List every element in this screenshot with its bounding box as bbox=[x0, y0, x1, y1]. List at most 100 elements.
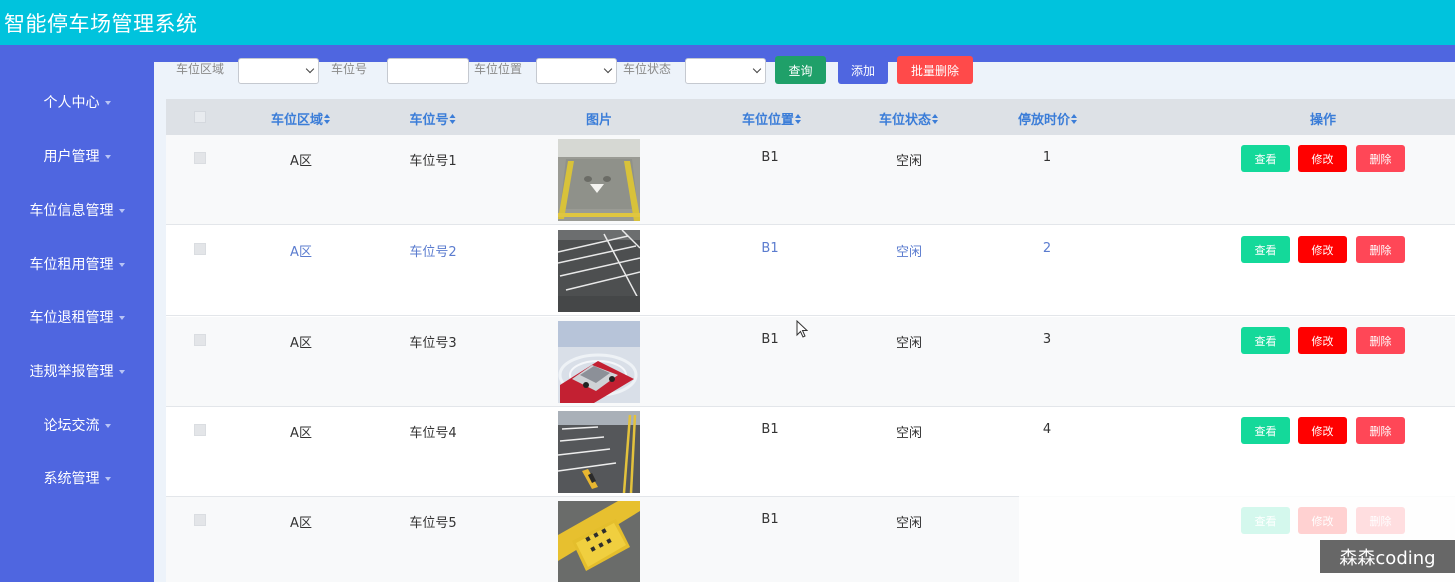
query-button[interactable]: 查询 bbox=[775, 56, 826, 84]
cell-area: A区 bbox=[290, 336, 312, 351]
chevron-down-icon bbox=[104, 424, 111, 428]
table-row: A区 车位号3 B1 空闲 3 查看 修改 删除 bbox=[166, 317, 1455, 407]
table-row: A区 车位号2 B1 空闲 2 查看 修改 删除 bbox=[166, 226, 1455, 316]
cell-area: A区 bbox=[290, 245, 312, 260]
chevron-down-icon bbox=[104, 101, 111, 105]
view-button[interactable]: 查看 bbox=[1241, 145, 1290, 172]
cell-area: A区 bbox=[290, 516, 312, 531]
column-header-actions: 操作 bbox=[1309, 113, 1337, 128]
cell-location: B1 bbox=[761, 241, 779, 256]
sort-icon bbox=[324, 114, 331, 125]
parking-photo bbox=[558, 139, 640, 221]
column-header-image: 图片 bbox=[585, 113, 613, 128]
parking-photo bbox=[558, 321, 640, 403]
sort-icon bbox=[449, 114, 457, 125]
chevron-down-icon bbox=[752, 64, 762, 74]
sidebar-item-label: 用户管理 bbox=[43, 149, 100, 165]
cell-number: 车位号1 bbox=[409, 154, 457, 169]
chevron-down-icon bbox=[118, 370, 125, 374]
parking-photo bbox=[558, 411, 640, 493]
cell-price: 1 bbox=[1042, 150, 1052, 165]
watermark: 森森coding bbox=[1320, 540, 1455, 573]
location-filter-select[interactable] bbox=[536, 58, 617, 84]
view-button[interactable]: 查看 bbox=[1241, 417, 1290, 444]
chevron-down-icon bbox=[118, 209, 125, 213]
search-bar: 车位区域 车位号 车位位置 车位状态 查询 添加 批量删除 bbox=[154, 56, 1455, 99]
column-header-price[interactable]: 停放时价 bbox=[1018, 109, 1078, 128]
chevron-down-icon bbox=[603, 64, 613, 74]
sidebar-item-space-info[interactable]: 车位信息管理 bbox=[0, 195, 154, 225]
sort-icon bbox=[1071, 114, 1078, 125]
sidebar-item-label: 个人中心 bbox=[43, 95, 100, 111]
add-button[interactable]: 添加 bbox=[838, 56, 888, 84]
sidebar-item-label: 系统管理 bbox=[43, 471, 100, 487]
edit-button[interactable]: 修改 bbox=[1298, 327, 1347, 354]
table-row: A区 车位号4 B1 空闲 4 查看 修改 删除 bbox=[166, 407, 1455, 497]
select-all-checkbox[interactable] bbox=[194, 111, 206, 123]
batch-delete-button[interactable]: 批量删除 bbox=[897, 56, 973, 84]
sidebar-item-forum[interactable]: 论坛交流 bbox=[0, 410, 154, 440]
view-button[interactable]: 查看 bbox=[1241, 327, 1290, 354]
delete-button[interactable]: 删除 bbox=[1356, 236, 1405, 263]
sidebar-item-violation-report[interactable]: 违规举报管理 bbox=[0, 356, 154, 386]
sidebar-item-label: 违规举报管理 bbox=[29, 364, 114, 380]
column-header-status[interactable]: 车位状态 bbox=[879, 109, 939, 128]
cell-number: 车位号5 bbox=[409, 516, 457, 531]
location-filter-label: 车位位置 bbox=[474, 62, 523, 76]
sidebar-item-personal-center[interactable]: 个人中心 bbox=[0, 87, 154, 117]
view-button[interactable]: 查看 bbox=[1241, 236, 1290, 263]
cell-status: 空闲 bbox=[895, 154, 923, 169]
delete-button[interactable]: 删除 bbox=[1356, 327, 1405, 354]
cell-area: A区 bbox=[290, 426, 312, 441]
delete-button[interactable]: 删除 bbox=[1356, 145, 1405, 172]
edit-button[interactable]: 修改 bbox=[1298, 417, 1347, 444]
cell-location: B1 bbox=[761, 150, 779, 165]
parking-photo bbox=[558, 501, 640, 582]
sidebar-item-space-rental[interactable]: 车位租用管理 bbox=[0, 249, 154, 279]
row-checkbox[interactable] bbox=[194, 334, 206, 346]
sidebar-item-space-return[interactable]: 车位退租管理 bbox=[0, 302, 154, 332]
sidebar: 个人中心 用户管理 车位信息管理 车位租用管理 车位退租管理 违规举报管理 论坛… bbox=[0, 62, 154, 582]
cell-location: B1 bbox=[761, 332, 779, 347]
row-checkbox[interactable] bbox=[194, 514, 206, 526]
number-filter-label: 车位号 bbox=[331, 62, 368, 76]
cell-number: 车位号4 bbox=[409, 426, 457, 441]
cell-status: 空闲 bbox=[895, 336, 923, 351]
app-root: 智能停车场管理系统 个人中心 用户管理 车位信息管理 车位租用管理 车位退租管理… bbox=[0, 0, 1455, 582]
delete-button[interactable]: 删除 bbox=[1356, 417, 1405, 444]
cell-price: 3 bbox=[1042, 332, 1052, 347]
sidebar-item-user-management[interactable]: 用户管理 bbox=[0, 141, 154, 171]
cell-number: 车位号3 bbox=[409, 336, 457, 351]
edit-button[interactable]: 修改 bbox=[1298, 145, 1347, 172]
chevron-down-icon bbox=[118, 263, 125, 267]
row-checkbox[interactable] bbox=[194, 152, 206, 164]
sidebar-item-system[interactable]: 系统管理 bbox=[0, 463, 154, 493]
sidebar-item-label: 论坛交流 bbox=[43, 418, 100, 434]
sidebar-item-label: 车位信息管理 bbox=[29, 203, 114, 219]
chevron-down-icon bbox=[104, 477, 111, 481]
cell-status: 空闲 bbox=[895, 245, 923, 260]
column-header-number[interactable]: 车位号 bbox=[409, 109, 456, 128]
cell-price: 4 bbox=[1042, 422, 1052, 437]
chevron-down-icon bbox=[305, 64, 315, 74]
table-row: A区 车位号1 B1 空闲 1 查看 修改 删除 bbox=[166, 135, 1455, 225]
edit-button[interactable]: 修改 bbox=[1298, 236, 1347, 263]
cell-location: B1 bbox=[761, 422, 779, 437]
parking-photo bbox=[558, 230, 640, 312]
column-header-location[interactable]: 车位位置 bbox=[742, 109, 802, 128]
cell-location: B1 bbox=[761, 512, 779, 527]
row-checkbox[interactable] bbox=[194, 424, 206, 436]
column-header-area[interactable]: 车位区域 bbox=[271, 109, 331, 128]
table-header: 车位区域 车位号 图片 车位位置 车位状态 停放时价 操作 bbox=[166, 99, 1455, 135]
cell-status: 空闲 bbox=[895, 516, 923, 531]
area-filter-select[interactable] bbox=[238, 58, 319, 84]
row-checkbox[interactable] bbox=[194, 243, 206, 255]
top-header: 智能停车场管理系统 bbox=[0, 0, 1455, 45]
mouse-cursor-icon bbox=[796, 320, 808, 338]
number-filter-input[interactable] bbox=[387, 58, 469, 84]
sidebar-item-label: 车位退租管理 bbox=[29, 310, 114, 326]
cell-price: 2 bbox=[1042, 241, 1052, 256]
cell-number: 车位号2 bbox=[409, 245, 457, 260]
status-filter-select[interactable] bbox=[685, 58, 766, 84]
cell-status: 空闲 bbox=[895, 426, 923, 441]
